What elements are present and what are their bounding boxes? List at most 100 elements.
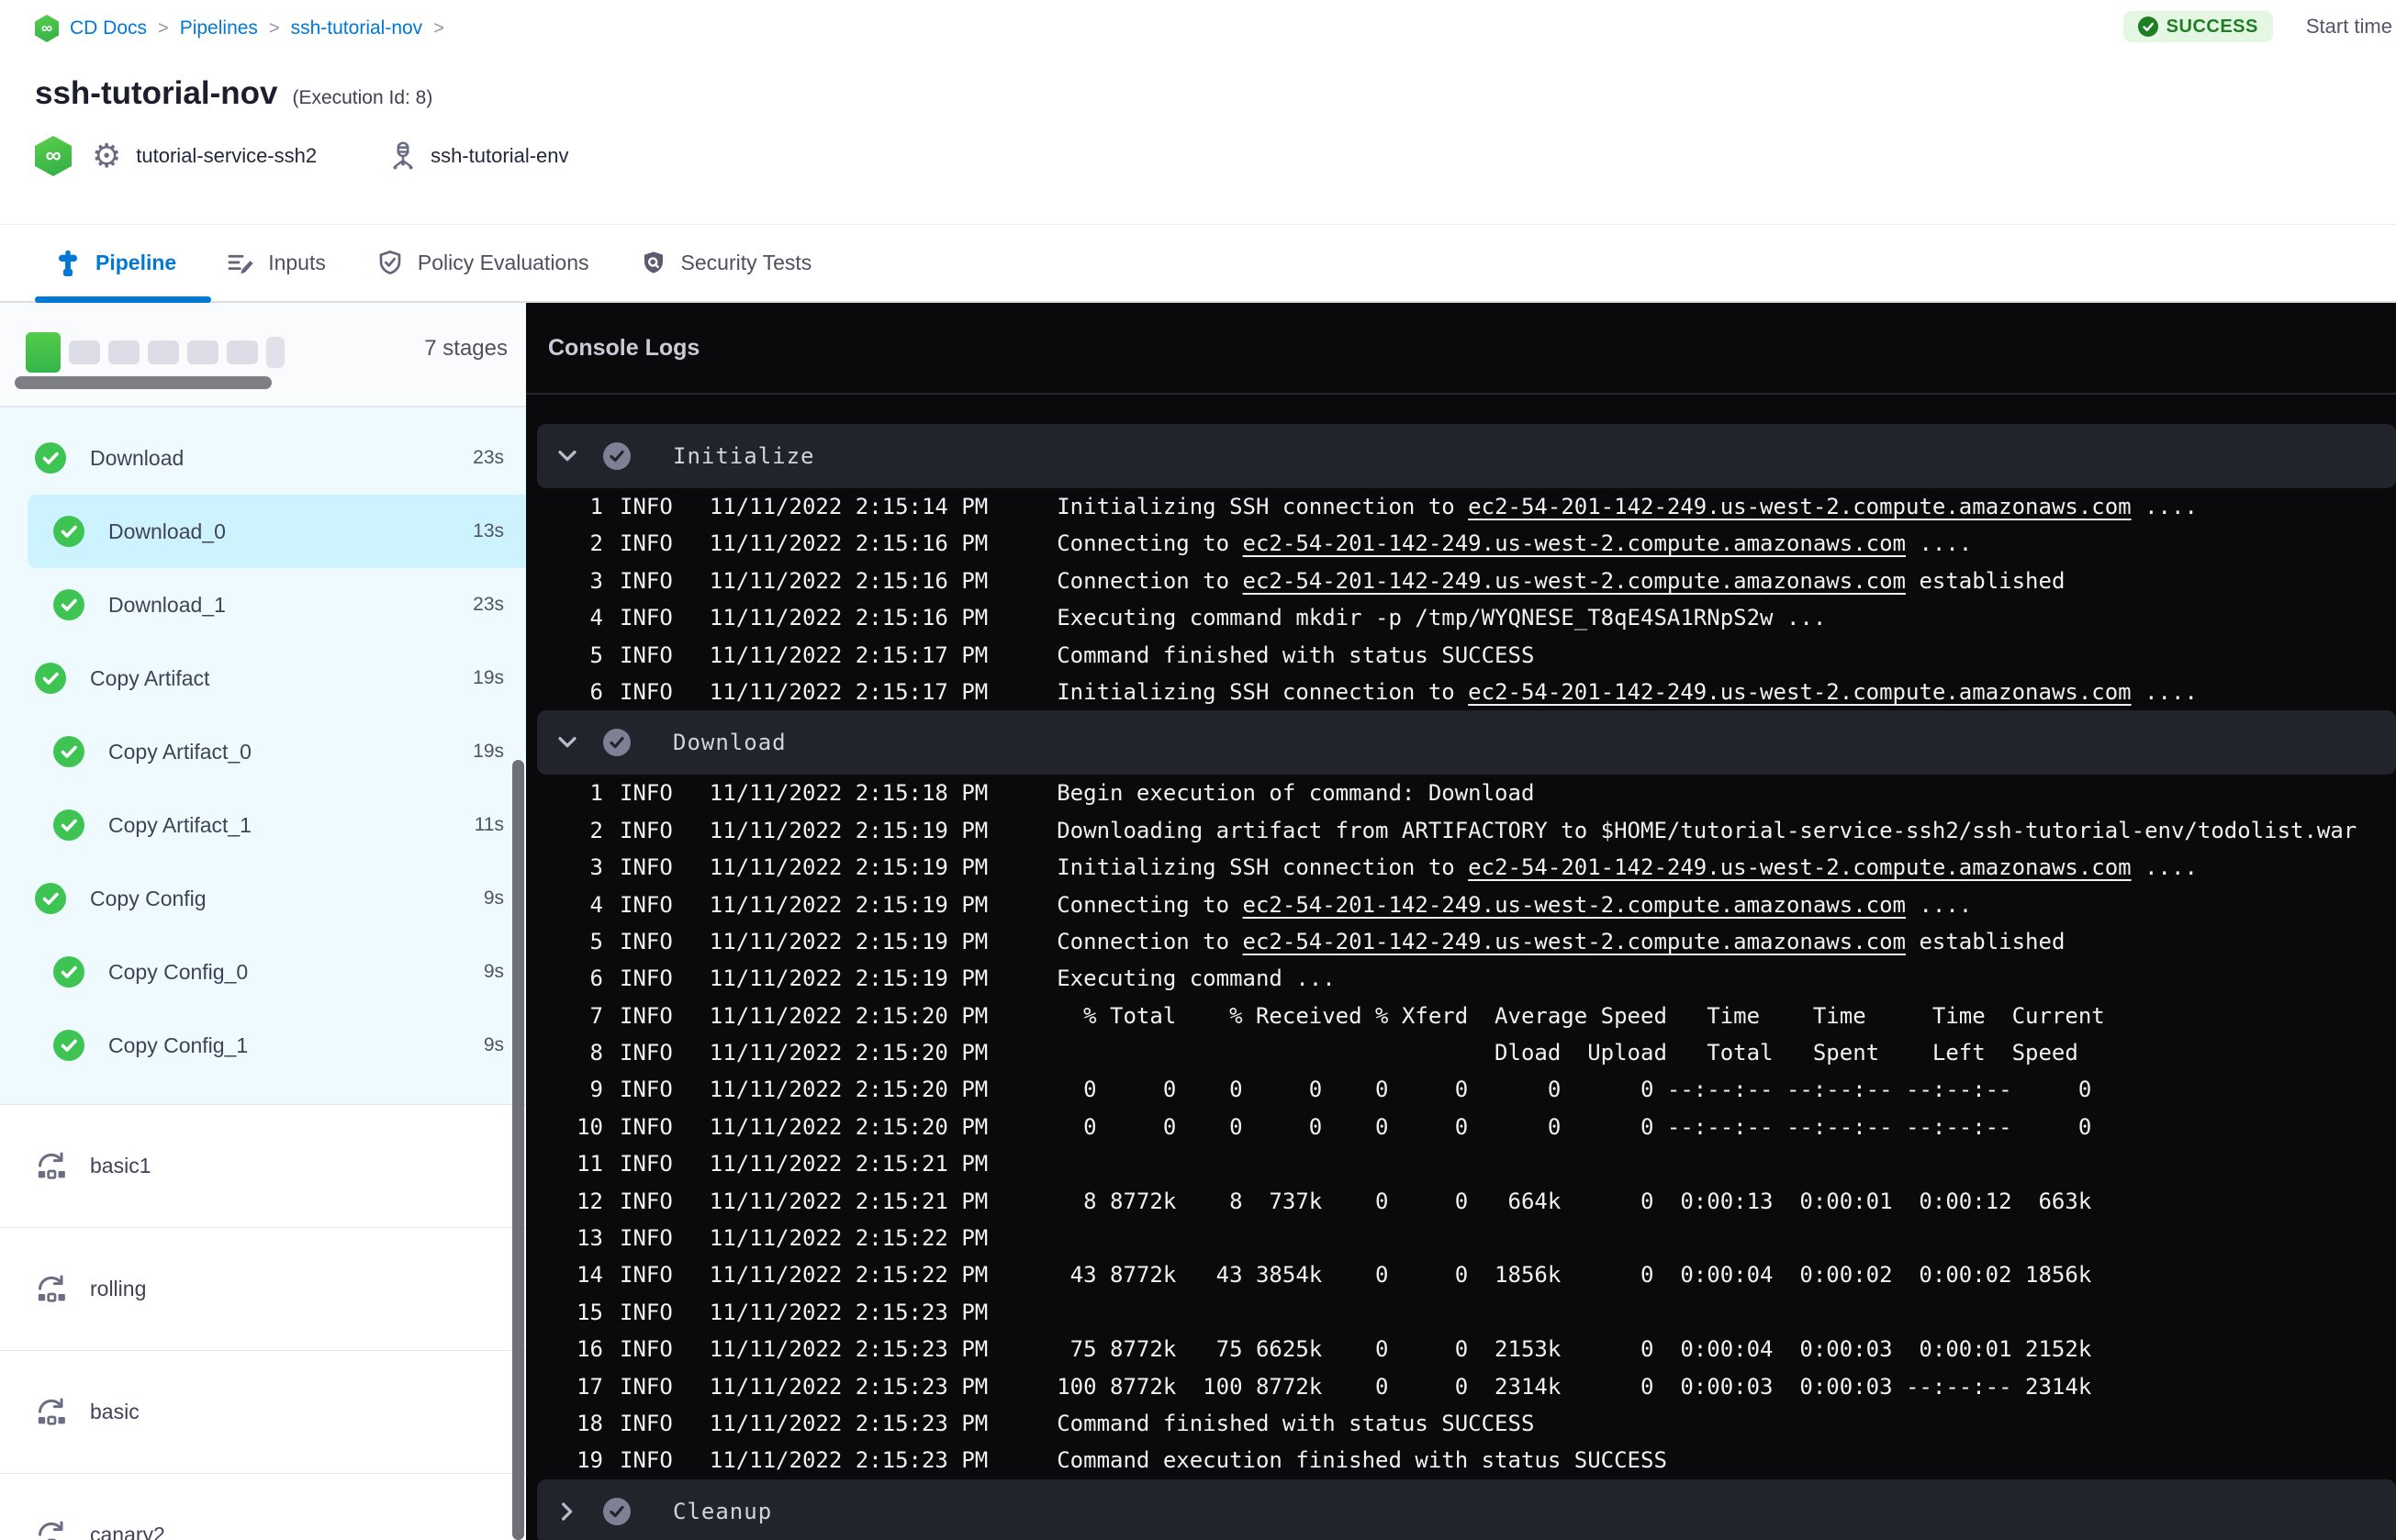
stage-row[interactable]: Download_1 23s bbox=[0, 568, 526, 642]
log-message: Downloading artifact from ARTIFACTORY to… bbox=[1057, 812, 2357, 849]
stage-row[interactable]: Copy Config 9s bbox=[0, 862, 526, 935]
stage-progress-square[interactable] bbox=[266, 337, 285, 368]
log-text: 43 8772k 43 3854k 0 0 1856k 0 0:00:04 0:… bbox=[1057, 1262, 2092, 1289]
tab-security-tests[interactable]: Security Tests bbox=[639, 249, 812, 278]
log-text: Connection to bbox=[1057, 567, 1243, 594]
log-line-number: 11 bbox=[577, 1151, 603, 1177]
stage-duration: 23s bbox=[473, 594, 504, 615]
log-line: 9 INFO 11/11/2022 2:15:20 PM 0 0 0 0 0 0… bbox=[526, 1071, 2396, 1108]
chevron-right-icon[interactable] bbox=[555, 1500, 579, 1523]
log-message: Command execution finished with status S… bbox=[1057, 1442, 1667, 1479]
log-host-link[interactable]: ec2-54-201-142-249.us-west-2.compute.ama… bbox=[1243, 892, 1906, 918]
log-host-link[interactable]: ec2-54-201-142-249.us-west-2.compute.ama… bbox=[1243, 530, 1906, 556]
log-level: INFO bbox=[620, 567, 673, 594]
console-section-name: Initialize bbox=[673, 443, 815, 469]
log-level: INFO bbox=[620, 854, 673, 881]
pipeline-list-item[interactable]: rolling bbox=[0, 1228, 526, 1351]
stage-list: Download 23s Download_0 13s Download_1 2… bbox=[0, 407, 526, 1104]
stage-duration: 19s bbox=[473, 741, 504, 762]
chevron-down-icon[interactable] bbox=[555, 731, 579, 754]
stage-row[interactable]: Copy Artifact 19s bbox=[0, 642, 526, 715]
log-timestamp: 11/11/2022 2:15:16 PM bbox=[709, 530, 989, 557]
success-check-icon bbox=[53, 516, 84, 547]
log-message: 100 8772k 100 8772k 0 0 2314k 0 0:00:03 … bbox=[1057, 1368, 2091, 1405]
stage-progress-square[interactable] bbox=[108, 340, 140, 364]
rolling-deployment-icon bbox=[38, 1275, 65, 1302]
log-timestamp: 11/11/2022 2:15:18 PM bbox=[709, 780, 989, 807]
success-check-icon bbox=[2137, 17, 2158, 37]
log-text: Command execution finished with status S… bbox=[1057, 1447, 1667, 1474]
pipeline-list-item[interactable]: canary2 bbox=[0, 1474, 526, 1540]
log-level: INFO bbox=[620, 1299, 673, 1325]
log-line: 3 INFO 11/11/2022 2:15:16 PM Connection … bbox=[526, 563, 2396, 599]
chevron-down-icon[interactable] bbox=[555, 444, 579, 468]
harness-cd-icon: ∞ bbox=[35, 15, 59, 42]
console-section-header[interactable]: Initialize bbox=[537, 424, 2396, 488]
log-text: .... bbox=[2131, 854, 2198, 881]
log-host-link[interactable]: ec2-54-201-142-249.us-west-2.compute.ama… bbox=[1243, 929, 1906, 954]
tab-inputs[interactable]: Inputs bbox=[226, 249, 326, 278]
section-success-check-icon bbox=[603, 729, 631, 757]
stage-row[interactable]: Copy Config_0 9s bbox=[0, 935, 526, 1009]
log-line-number: 4 bbox=[589, 605, 603, 631]
log-host-link[interactable]: ec2-54-201-142-249.us-west-2.compute.ama… bbox=[1468, 854, 2131, 880]
log-line-number: 6 bbox=[589, 965, 603, 992]
breadcrumb-link-pipelines[interactable]: Pipelines bbox=[180, 17, 258, 39]
stage-row[interactable]: Download 23s bbox=[0, 421, 526, 495]
tab-label: Pipeline bbox=[95, 251, 177, 274]
log-level: INFO bbox=[620, 965, 673, 992]
environment-name[interactable]: ssh-tutorial-env bbox=[431, 144, 568, 168]
log-host-link[interactable]: ec2-54-201-142-249.us-west-2.compute.ama… bbox=[1468, 494, 2131, 519]
tab-pipeline[interactable]: Pipeline bbox=[53, 249, 176, 278]
log-message: Command finished with status SUCCESS bbox=[1057, 1405, 1534, 1442]
console-body: Initialize 1 INFO 11/11/2022 2:15:14 PM … bbox=[526, 424, 2396, 1540]
log-level: INFO bbox=[620, 1040, 673, 1066]
breadcrumb-link-cd-docs[interactable]: CD Docs bbox=[70, 17, 147, 39]
success-check-icon bbox=[35, 883, 66, 914]
stage-row[interactable]: Copy Artifact_1 11s bbox=[0, 788, 526, 862]
log-line: 2 INFO 11/11/2022 2:15:16 PM Connecting … bbox=[526, 525, 2396, 562]
log-level: INFO bbox=[620, 1113, 673, 1140]
security-shield-scan-icon bbox=[644, 251, 663, 273]
log-line: 10 INFO 11/11/2022 2:15:20 PM 0 0 0 0 0 … bbox=[526, 1109, 2396, 1145]
log-host-link[interactable]: ec2-54-201-142-249.us-west-2.compute.ama… bbox=[1243, 568, 1906, 594]
log-level: INFO bbox=[620, 891, 673, 918]
stage-duration: 23s bbox=[473, 447, 504, 468]
stage-progress-square[interactable] bbox=[227, 340, 258, 364]
stage-row[interactable]: Copy Artifact_0 19s bbox=[0, 715, 526, 788]
stage-row[interactable]: Download_0 13s bbox=[28, 495, 526, 568]
breadcrumb-link-pipeline-name[interactable]: ssh-tutorial-nov bbox=[291, 17, 423, 39]
service-name[interactable]: tutorial-service-ssh2 bbox=[136, 144, 317, 168]
log-level: INFO bbox=[620, 605, 673, 631]
stage-duration: 19s bbox=[473, 667, 504, 688]
stage-progress-square[interactable] bbox=[187, 340, 218, 364]
log-line: 4 INFO 11/11/2022 2:15:19 PM Connecting … bbox=[526, 887, 2396, 923]
stage-progress-square[interactable] bbox=[26, 332, 61, 373]
start-time-column-label: Start time bbox=[2305, 15, 2392, 38]
log-timestamp: 11/11/2022 2:15:23 PM bbox=[709, 1373, 989, 1400]
console-section-header[interactable]: Download bbox=[537, 710, 2396, 776]
stage-duration: 11s bbox=[474, 814, 504, 835]
pipeline-list-item[interactable]: basic1 bbox=[0, 1105, 526, 1228]
log-host-link[interactable]: ec2-54-201-142-249.us-west-2.compute.ama… bbox=[1468, 679, 2131, 705]
log-level: INFO bbox=[620, 1336, 673, 1363]
console-section-header[interactable]: Cleanup bbox=[537, 1479, 2396, 1540]
pipeline-list: basic1 rolling basic canary2 bbox=[0, 1104, 526, 1540]
tab-bar: Pipeline Inputs Policy Evaluations Secur… bbox=[0, 224, 2396, 303]
horizontal-scrollbar[interactable] bbox=[15, 376, 272, 389]
tab-policy-evaluations[interactable]: Policy Evaluations bbox=[375, 249, 589, 278]
log-message: 75 8772k 75 6625k 0 0 2153k 0 0:00:04 0:… bbox=[1057, 1331, 2092, 1367]
stage-row[interactable]: Copy Config_1 9s bbox=[0, 1009, 526, 1082]
log-timestamp: 11/11/2022 2:15:22 PM bbox=[709, 1262, 989, 1289]
pipeline-list-item[interactable]: basic bbox=[0, 1351, 526, 1474]
vertical-scrollbar[interactable] bbox=[512, 760, 524, 1540]
log-level: INFO bbox=[620, 530, 673, 557]
stage-duration: 9s bbox=[483, 961, 504, 982]
log-line: 19 INFO 11/11/2022 2:15:23 PM Command ex… bbox=[526, 1442, 2396, 1479]
stage-progress-square[interactable] bbox=[148, 340, 179, 364]
log-line-number: 13 bbox=[577, 1225, 603, 1252]
stage-name: Copy Config bbox=[90, 886, 207, 910]
stage-progress-squares bbox=[26, 332, 285, 373]
log-level: INFO bbox=[620, 1077, 673, 1103]
stage-progress-square[interactable] bbox=[69, 340, 100, 364]
